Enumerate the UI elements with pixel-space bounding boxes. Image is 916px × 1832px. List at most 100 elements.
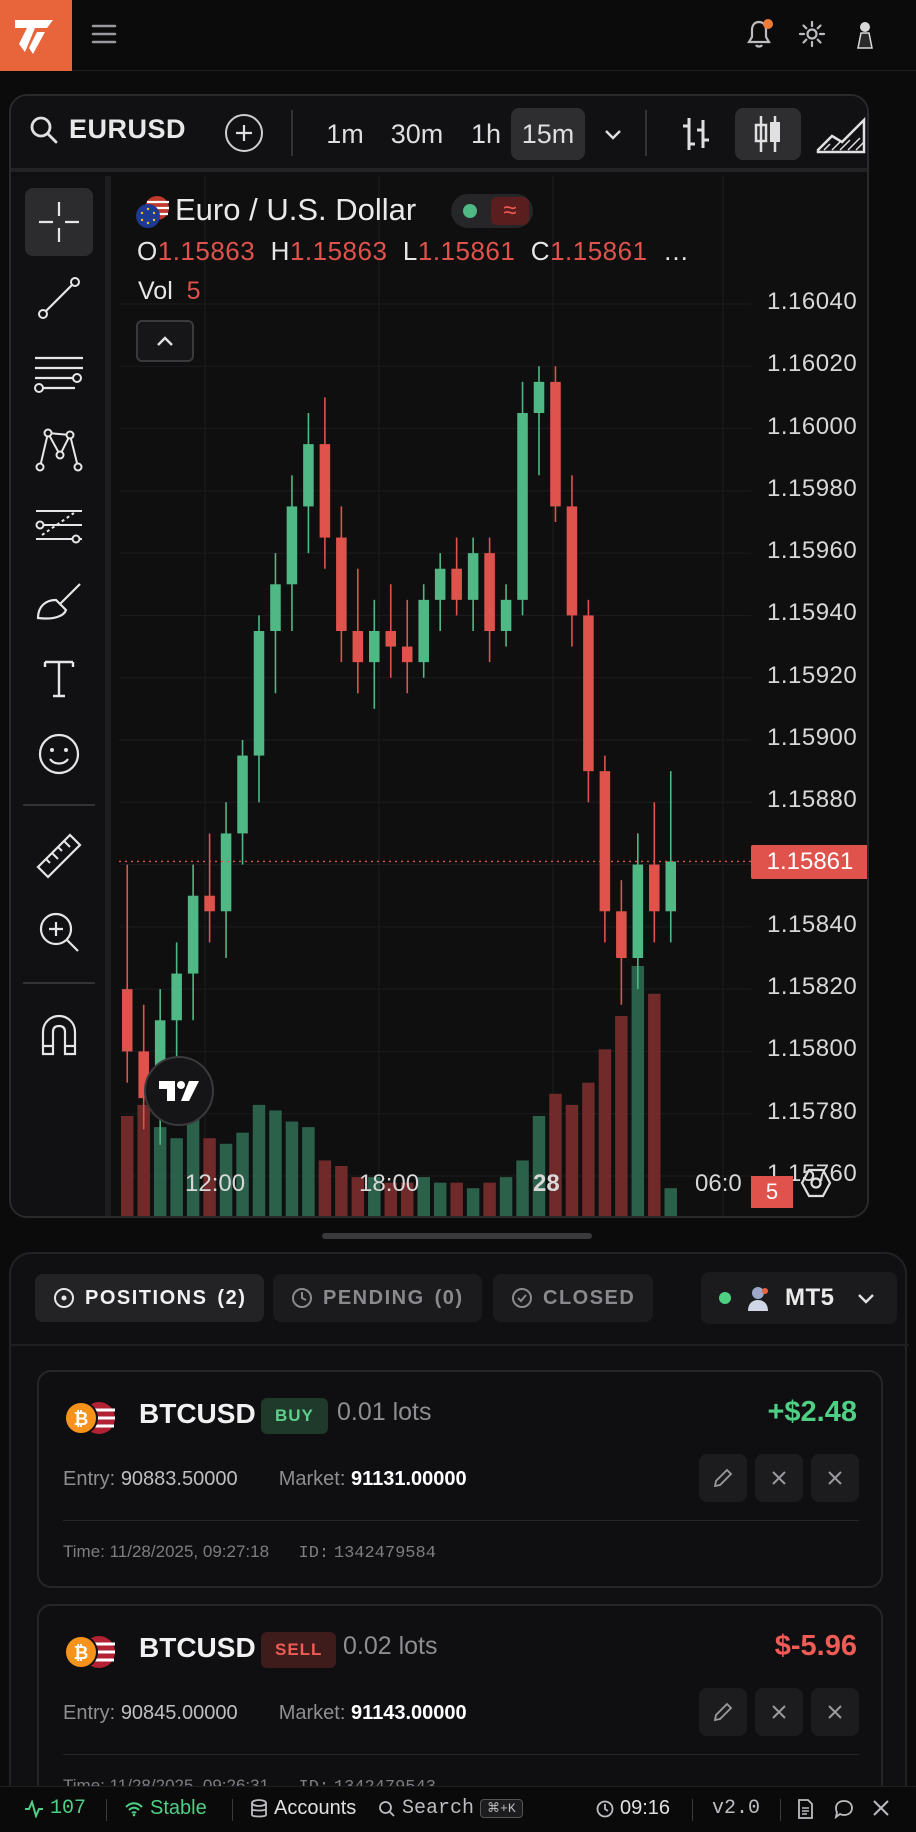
chat-bubble-icon[interactable] [834, 1799, 854, 1825]
id-label: ID: [298, 1544, 330, 1563]
chart-widget: EURUSD 1m 30m 1h 15m 1.16040 1.16020 1.1… [9, 94, 869, 1218]
close-partial-x-icon[interactable] [755, 1454, 803, 1502]
candlestick-chart-type-icon[interactable] [735, 108, 801, 160]
price-tick: 1.15920 [767, 661, 858, 689]
candle-body [632, 864, 644, 958]
collapse-legend-chevron-up-icon[interactable] [136, 320, 194, 362]
candle-body [434, 568, 446, 600]
emoji-smile-icon[interactable] [25, 720, 93, 788]
candle-body [533, 381, 545, 413]
time-label: Time: [63, 1542, 105, 1561]
candlestick-plot[interactable] [119, 176, 751, 1218]
bar-chart-type-icon[interactable] [663, 108, 729, 160]
volume-value: 5 [186, 277, 201, 305]
compare-symbol-plus-icon[interactable] [225, 114, 263, 152]
timeframe-15m[interactable]: 15m [511, 108, 585, 160]
resize-handle[interactable] [322, 1233, 592, 1239]
price-tick: 1.16000 [767, 412, 858, 440]
timeframe-1m[interactable]: 1m [313, 108, 377, 160]
ping-value: 107 [50, 1797, 87, 1820]
zoom-in-icon[interactable] [25, 898, 93, 966]
edit-pencil-icon[interactable] [699, 1688, 747, 1736]
ruler-measure-icon[interactable] [25, 822, 93, 890]
edit-pencil-icon[interactable] [699, 1454, 747, 1502]
area-chart-type-icon[interactable] [811, 108, 867, 160]
top-bar [0, 0, 916, 71]
tab-pending[interactable]: PENDING (0) [273, 1274, 482, 1322]
crosshair-tool-icon[interactable] [25, 188, 93, 256]
keyboard-shortcut: ⌘+K [480, 1799, 523, 1818]
close-position-x-icon[interactable] [811, 1454, 859, 1502]
notification-bell-icon[interactable] [742, 17, 776, 51]
tools-divider [23, 804, 95, 806]
candle-body [583, 615, 594, 772]
price-tick: 1.15900 [767, 724, 858, 751]
position-pnl: $-5.96 [774, 1630, 857, 1662]
position-id: 1342479584 [333, 1544, 436, 1563]
pattern-tool-icon[interactable] [25, 416, 93, 484]
target-icon [54, 1288, 74, 1308]
market-status-toggle[interactable]: ≈ [451, 194, 533, 228]
activity-pulse-icon [25, 1799, 43, 1818]
tab-positions[interactable]: POSITIONS (2) [35, 1274, 265, 1322]
eur-usd-flag-icon [136, 196, 169, 228]
close-partial-x-icon[interactable] [755, 1688, 803, 1736]
accounts-link[interactable]: Accounts [250, 1797, 356, 1820]
drawing-tools-sidebar [11, 176, 111, 1216]
search-shortcut[interactable]: Search ⌘+K [378, 1797, 523, 1820]
version-label: v2.0 [712, 1797, 761, 1820]
price-tick: 1.15780 [767, 1097, 858, 1125]
x-social-icon[interactable] [872, 1799, 890, 1823]
current-price-label: 1.15861 [751, 845, 867, 880]
magnet-icon[interactable] [25, 1000, 93, 1068]
high-value: 1.15863 [289, 236, 388, 266]
market-label: Market: [278, 1468, 346, 1490]
account-selector[interactable]: MT5 [701, 1272, 897, 1324]
timeframe-1h[interactable]: 1h [457, 108, 515, 160]
account-avatar-icon [748, 1287, 768, 1311]
ping-indicator: 107 [24, 1797, 86, 1820]
position-pnl: +$2.48 [767, 1396, 857, 1428]
chart-settings-hexagon-icon[interactable] [799, 1166, 833, 1205]
timeframe-dropdown-chevron-down-icon[interactable] [591, 108, 635, 160]
tradingview-logo[interactable] [144, 1056, 214, 1126]
volume-readout: Vol 5 [138, 277, 201, 306]
open-value: 1.15863 [157, 236, 256, 266]
symbol-search[interactable]: EURUSD [29, 114, 186, 145]
timeframe-30m[interactable]: 30m [381, 108, 453, 160]
settings-gear-icon[interactable] [795, 17, 829, 51]
candle-body [401, 646, 413, 663]
tab-label: PENDING [323, 1286, 425, 1309]
app-logo[interactable] [0, 0, 72, 71]
forecast-tool-icon[interactable] [25, 492, 93, 560]
search-icon [379, 1800, 395, 1817]
price-tick: 1.15980 [767, 474, 858, 502]
candle-body [171, 973, 182, 1021]
candle-body [599, 771, 611, 912]
menu-icon[interactable] [90, 20, 118, 48]
candle-body [121, 989, 133, 1052]
time-axis[interactable]: 12:00 18:00 28 06:0 [119, 1156, 867, 1216]
candle-body [517, 413, 528, 600]
tab-label: CLOSED [543, 1286, 636, 1309]
tab-closed[interactable]: CLOSED [493, 1274, 654, 1322]
status-divider [780, 1799, 781, 1821]
high-label: H [270, 236, 290, 266]
brush-tool-icon[interactable] [25, 568, 93, 636]
price-axis[interactable]: 1.16040 1.16020 1.16000 1.15980 1.15960 1.159… [751, 176, 867, 1216]
close-label: C [530, 236, 551, 266]
status-divider [232, 1799, 233, 1821]
close-position-x-icon[interactable] [811, 1688, 859, 1736]
position-card[interactable]: ₿ BTCUSD BUY 0.01 lots +$2.48 Entry: 908… [37, 1370, 883, 1588]
fib-lines-tool-icon[interactable] [25, 340, 93, 408]
candle-body [220, 833, 232, 912]
position-lots: 0.02 lots [343, 1632, 438, 1660]
side-badge: BUY [261, 1398, 328, 1434]
user-avatar[interactable] [848, 17, 882, 51]
trend-line-tool-icon[interactable] [25, 264, 93, 332]
status-divider [692, 1799, 693, 1821]
text-tool-icon[interactable] [25, 644, 93, 712]
tools-divider [23, 982, 95, 984]
close-value: 1.15861 [550, 236, 648, 266]
document-icon[interactable] [796, 1799, 814, 1825]
